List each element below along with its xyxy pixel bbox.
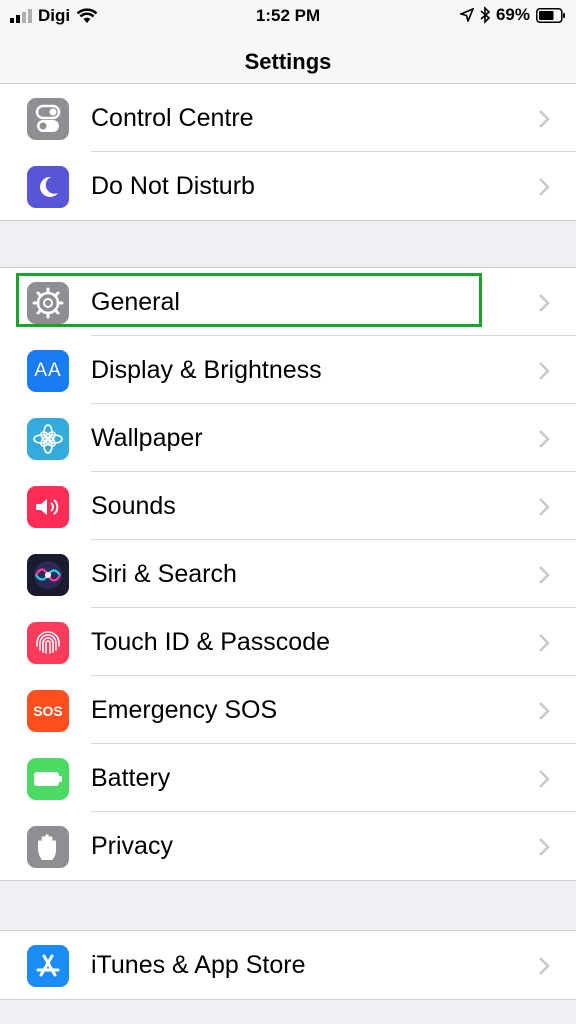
- switches-icon: [27, 98, 69, 140]
- chevron-right-icon: [539, 770, 550, 788]
- row-label: Display & Brightness: [91, 356, 322, 384]
- settings-row-battery[interactable]: Battery: [0, 744, 576, 812]
- flower-icon: [27, 418, 69, 460]
- settings-row-privacy[interactable]: Privacy: [0, 812, 576, 880]
- battery-percent: 69%: [495, 5, 530, 24]
- icon-glyph: SOS: [33, 703, 63, 719]
- settings-group-3: iTunes & App Store: [0, 930, 576, 1000]
- bluetooth-icon: [480, 6, 490, 24]
- row-label: Privacy: [91, 832, 173, 860]
- settings-row-itunes-app-store[interactable]: iTunes & App Store: [0, 931, 576, 999]
- app-store-icon: [27, 945, 69, 987]
- battery-icon: [27, 758, 69, 800]
- row-label: Touch ID & Passcode: [91, 628, 331, 656]
- location-arrow-icon: [459, 8, 474, 22]
- row-label: Siri & Search: [91, 560, 237, 588]
- moon-icon: [27, 166, 69, 208]
- row-label: General: [91, 288, 180, 316]
- fingerprint-icon: [27, 622, 69, 664]
- text-size-icon: AA: [27, 350, 69, 392]
- icon-glyph: AA: [34, 360, 62, 381]
- chevron-right-icon: [539, 957, 550, 975]
- settings-row-emergency-sos[interactable]: SOS Emergency SOS: [0, 676, 576, 744]
- page-title: Settings: [244, 48, 332, 74]
- settings-row-display-brightness[interactable]: AA Display & Brightness: [0, 336, 576, 404]
- chevron-right-icon: [539, 178, 550, 196]
- row-label: Emergency SOS: [91, 696, 278, 724]
- chevron-right-icon: [539, 702, 550, 720]
- chevron-right-icon: [539, 110, 550, 128]
- chevron-right-icon: [539, 838, 550, 856]
- chevron-right-icon: [539, 430, 550, 448]
- settings-row-wallpaper[interactable]: Wallpaper: [0, 404, 576, 472]
- battery-icon: [536, 7, 565, 23]
- settings-row-control-centre[interactable]: Control Centre: [0, 84, 576, 152]
- row-label: Do Not Disturb: [91, 172, 255, 200]
- chevron-right-icon: [539, 634, 550, 652]
- settings-row-touch-id-passcode[interactable]: Touch ID & Passcode: [0, 608, 576, 676]
- navigation-bar: Settings: [0, 34, 576, 90]
- status-right: 69%: [459, 5, 566, 25]
- status-bar: Digi 1:52 PM 69%: [0, 0, 576, 34]
- settings-row-do-not-disturb[interactable]: Do Not Disturb: [0, 152, 576, 220]
- siri-icon: [27, 554, 69, 596]
- speaker-icon: [27, 486, 69, 528]
- row-label: Wallpaper: [91, 424, 203, 452]
- chevron-right-icon: [539, 566, 550, 584]
- gear-icon: [27, 282, 69, 324]
- row-label: Control Centre: [91, 104, 254, 132]
- chevron-right-icon: [539, 498, 550, 516]
- sos-icon: SOS: [27, 690, 69, 732]
- settings-row-sounds[interactable]: Sounds: [0, 472, 576, 540]
- row-label: Sounds: [91, 492, 176, 520]
- settings-row-siri-search[interactable]: Siri & Search: [0, 540, 576, 608]
- chevron-right-icon: [539, 294, 550, 312]
- chevron-right-icon: [539, 362, 550, 380]
- hand-icon: [27, 826, 69, 868]
- row-label: iTunes & App Store: [91, 951, 306, 979]
- settings-group-1: Control Centre Do Not Disturb: [0, 83, 576, 221]
- settings-group-2: General AA Display & Brightness Wallpape…: [0, 267, 576, 881]
- settings-row-general[interactable]: General: [0, 268, 576, 336]
- row-label: Battery: [91, 764, 171, 792]
